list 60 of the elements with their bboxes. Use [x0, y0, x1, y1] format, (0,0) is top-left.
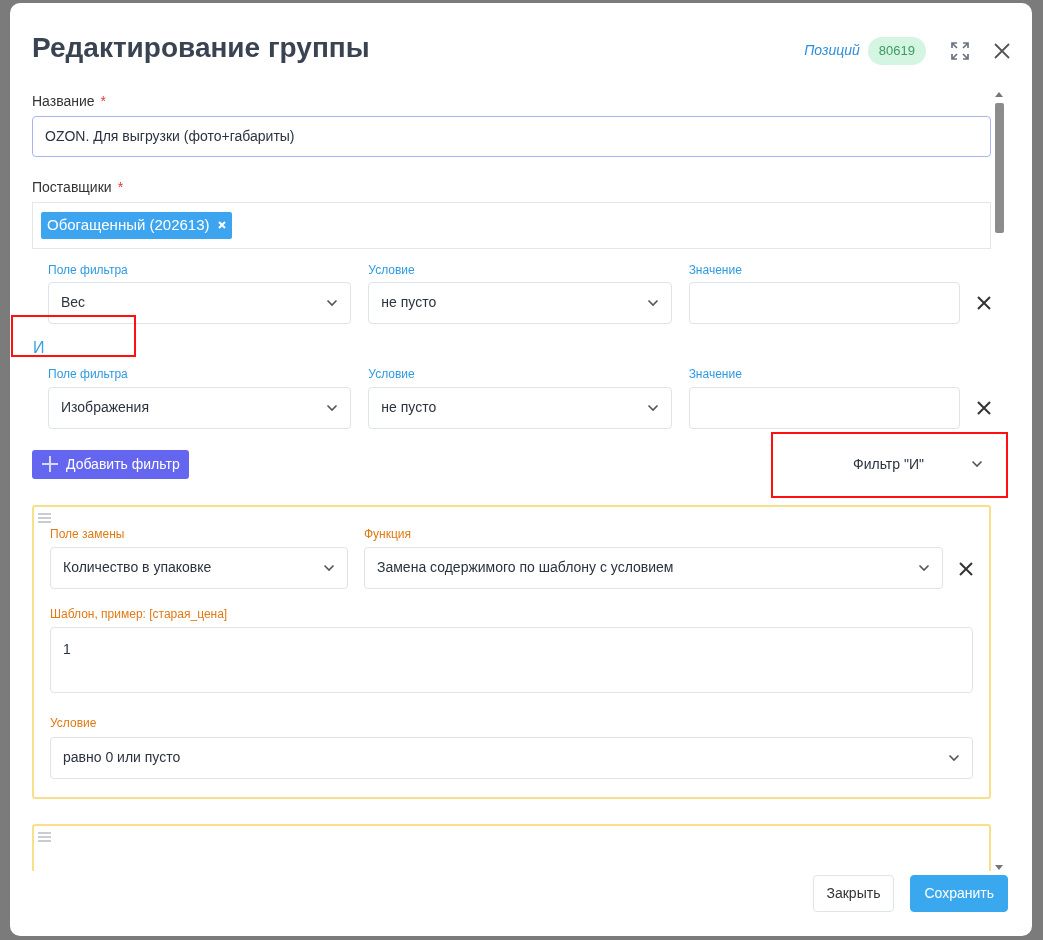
chevron-icon [646, 299, 659, 307]
chevron-icon [646, 403, 659, 412]
value-input[interactable] [688, 386, 960, 429]
chevron-icon [323, 563, 335, 572]
field-label: Условие [50, 716, 98, 731]
select-value: Замена содержимого по шаблону с условием [377, 558, 674, 578]
connector-label: И [32, 338, 46, 358]
required-mark: * [117, 178, 124, 195]
field-label: Название [32, 93, 95, 109]
chevron-icon [948, 753, 960, 762]
select-value: не пусто [381, 398, 437, 418]
required-mark: * [100, 93, 106, 109]
template-textarea[interactable]: 1 [50, 627, 973, 694]
chevron-icon [326, 299, 339, 307]
dialog-title: Редактирование группы [32, 31, 370, 65]
select-value: Количество в упаковке [63, 558, 212, 578]
field-label: Шаблон, пример: [старая_цена] [50, 606, 229, 622]
field-label: Поле замены [50, 526, 126, 541]
select-value: Вес [61, 293, 86, 313]
field-label: Поле фильтра [48, 262, 129, 277]
select-value: не пусто [381, 293, 437, 313]
scroll-down-icon[interactable] [994, 865, 1004, 871]
select-field[interactable]: Количество в упаковке [50, 546, 348, 589]
tag-label: Обогащенный (202613) [47, 214, 210, 235]
field-label: Значение [688, 367, 743, 382]
select-value: Фильтр "И" [853, 454, 924, 474]
positions-label: Позиций [804, 41, 860, 61]
name-input[interactable]: OZON. Для выгрузки (фото+габариты) [32, 115, 991, 157]
chevron-icon [918, 563, 930, 572]
chevron-icon [971, 460, 983, 469]
field-label: Значение [688, 262, 743, 277]
scrollbar-thumb[interactable] [994, 103, 1004, 233]
close-icon[interactable] [994, 42, 1010, 59]
remove-icon[interactable] [977, 296, 991, 310]
select-field[interactable]: равно 0 или пусто [50, 736, 973, 779]
select-field[interactable]: Вес [48, 282, 352, 324]
field-label: Функция [364, 526, 413, 541]
select-value: Изображения [61, 398, 149, 418]
add-filter-button[interactable]: Добавить фильтр [32, 449, 189, 479]
expand-icon[interactable] [950, 40, 970, 61]
filter-mode-select[interactable]: Фильтр "И" [793, 453, 983, 475]
field-label: Поставщики [32, 178, 112, 195]
close-button[interactable]: Закрыть [812, 875, 895, 912]
plus-icon [41, 455, 59, 474]
value-input[interactable] [688, 282, 960, 324]
field-label: Поле фильтра [48, 367, 129, 382]
field-label: Условие [368, 367, 416, 382]
select-field[interactable]: Замена содержимого по шаблону с условием [364, 546, 943, 589]
drag-handle-icon[interactable] [38, 831, 52, 842]
scroll-up-icon[interactable] [994, 91, 1004, 97]
drag-handle-icon[interactable] [38, 512, 52, 523]
select-field[interactable]: не пусто [368, 386, 672, 429]
select-value: равно 0 или пусто [63, 748, 181, 768]
field-label: Условие [368, 262, 416, 277]
select-field[interactable]: не пусто [368, 282, 672, 324]
remove-icon[interactable] [959, 561, 973, 576]
select-field[interactable]: Изображения [48, 386, 352, 429]
chevron-icon [326, 403, 339, 412]
remove-icon[interactable] [977, 400, 991, 415]
positions-count: 80619 [867, 37, 926, 65]
